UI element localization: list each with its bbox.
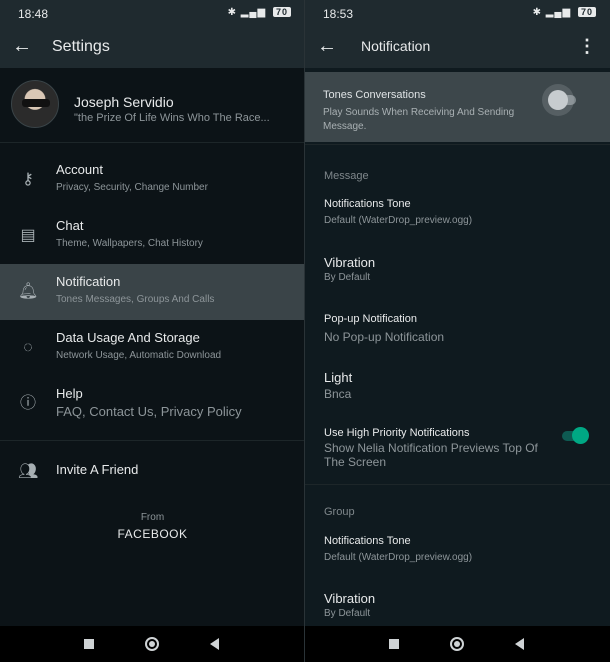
status-bar: 18:53 ✱ ▂▄▆ 70 [305, 0, 610, 26]
settings-item-invite[interactable]: 👥︎ Invite A Friend [0, 444, 305, 500]
high-priority-row[interactable]: Use High Priority Notifications Show Nel… [305, 427, 610, 477]
row-label: Use High Priority Notifications [324, 427, 470, 439]
section-header-group: Group [324, 506, 355, 518]
settings-item-chat[interactable]: ▤ Chat Theme, Wallpapers, Chat History [0, 208, 305, 264]
company-label: FACEBOOK [117, 527, 188, 541]
tones-label: Tones Conversations [323, 89, 426, 101]
message-tone-row[interactable]: Notifications Tone Default (WaterDrop_pr… [305, 198, 610, 238]
message-vibration-row[interactable]: Vibration By Default [305, 255, 610, 295]
notification-screen: 18:53 ✱ ▂▄▆ 70 ← Notification ⋮ Tones Co… [305, 0, 610, 662]
settings-screen: 18:48 ✱ ▂▄▆ 70 ← Settings Joseph Servidi… [0, 0, 305, 662]
key-icon: ⚷ [22, 171, 34, 188]
status-bar: 18:48 ✱ ▂▄▆ 70 [0, 0, 305, 26]
divider [305, 484, 610, 485]
row-description: Show Nelia Notification Previews Top Of … [324, 441, 538, 469]
chat-icon: ▤ [20, 227, 36, 244]
group-tone-row[interactable]: Notifications Tone Default (WaterDrop_pr… [305, 535, 610, 575]
row-value: By Default [324, 608, 371, 619]
battery-icon: 70 [272, 7, 291, 17]
item-subtitle: Theme, Wallpapers, Chat History [56, 238, 203, 249]
tones-conversations-row[interactable]: Tones Conversations Play Sounds When Rec… [305, 72, 610, 142]
system-icons: ✱ ▂▄▆ 70 [228, 7, 291, 18]
row-label: Pop-up Notification [324, 313, 417, 325]
divider [305, 144, 610, 145]
system-nav-bar [0, 626, 305, 662]
settings-item-account[interactable]: ⚷ Account Privacy, Security, Change Numb… [0, 152, 305, 208]
data-usage-icon: ◌ [23, 339, 33, 356]
popup-notification-row[interactable]: Pop-up Notification No Pop-up Notificati… [305, 313, 610, 353]
tones-toggle[interactable] [548, 84, 580, 116]
settings-item-help[interactable]: ⓘ Help FAQ, Contact Us, Privacy Policy [0, 376, 305, 432]
nav-back-icon[interactable] [210, 638, 219, 650]
page-title: Settings [52, 38, 110, 55]
item-label: Data Usage And Storage [56, 330, 200, 345]
toggle-thumb [572, 427, 589, 444]
more-vert-icon[interactable]: ⋮ [578, 36, 596, 57]
profile-name: Joseph Servidio [74, 94, 174, 110]
group-vibration-row[interactable]: Vibration By Default [305, 591, 610, 621]
row-label: Light [324, 370, 353, 385]
item-label: Chat [56, 218, 84, 233]
item-subtitle: Network Usage, Automatic Download [56, 350, 222, 361]
divider [0, 440, 305, 441]
toggle-thumb [548, 90, 568, 110]
home-icon[interactable] [450, 637, 464, 651]
row-label: Vibration [324, 591, 376, 606]
row-label: Vibration [324, 255, 376, 270]
nav-back-icon[interactable] [515, 638, 524, 650]
row-label: Notifications Tone [324, 198, 411, 210]
profile-row[interactable]: Joseph Servidio "the Prize Of Life Wins … [0, 70, 305, 140]
back-arrow-icon[interactable]: ← [12, 35, 32, 58]
light-row[interactable]: Light Bnca [305, 370, 610, 410]
item-label: Help [56, 386, 83, 401]
tones-description: Play Sounds When Receiving And Sending M… [323, 107, 515, 132]
recents-icon[interactable] [389, 639, 399, 649]
recents-icon[interactable] [84, 639, 94, 649]
section-header-message: Message [324, 170, 369, 182]
settings-appbar: ← Settings [0, 26, 305, 68]
from-label: From [140, 512, 165, 523]
avatar[interactable] [11, 80, 59, 128]
row-label: Notifications Tone [324, 535, 411, 547]
row-value: Bnca [324, 387, 352, 401]
item-label: Notification [56, 274, 121, 289]
status-time: 18:48 [18, 7, 49, 21]
row-value: By Default [324, 272, 371, 283]
divider [0, 142, 305, 143]
item-label: Invite A Friend [56, 462, 139, 477]
high-priority-toggle[interactable] [562, 427, 590, 445]
status-time: 18:53 [323, 7, 354, 21]
notification-appbar: ← Notification ⋮ [305, 26, 610, 68]
people-icon: 👥︎ [18, 463, 39, 480]
item-subtitle: Tones Messages, Groups And Calls [56, 294, 215, 305]
profile-status: "the Prize Of Life Wins Who The Race... [74, 112, 270, 124]
item-subtitle: Privacy, Security, Change Number [56, 182, 208, 193]
bell-icon: 🔔︎ [18, 283, 39, 300]
system-nav-bar [305, 626, 610, 662]
row-value: Default (WaterDrop_preview.ogg) [324, 215, 473, 226]
system-icons: ✱ ▂▄▆ 70 [533, 7, 596, 18]
settings-item-data-usage[interactable]: ◌ Data Usage And Storage Network Usage, … [0, 320, 305, 376]
back-arrow-icon[interactable]: ← [317, 35, 337, 58]
settings-item-notification[interactable]: 🔔︎ Notification Tones Messages, Groups A… [0, 264, 305, 320]
item-subtitle: FAQ, Contact Us, Privacy Policy [56, 404, 242, 419]
row-value: Default (WaterDrop_preview.ogg) [324, 552, 473, 563]
row-value: No Pop-up Notification [324, 330, 445, 344]
page-title: Notification [361, 38, 431, 54]
home-icon[interactable] [145, 637, 159, 651]
item-label: Account [56, 162, 103, 177]
help-icon: ⓘ [19, 395, 36, 412]
battery-icon: 70 [577, 7, 596, 17]
